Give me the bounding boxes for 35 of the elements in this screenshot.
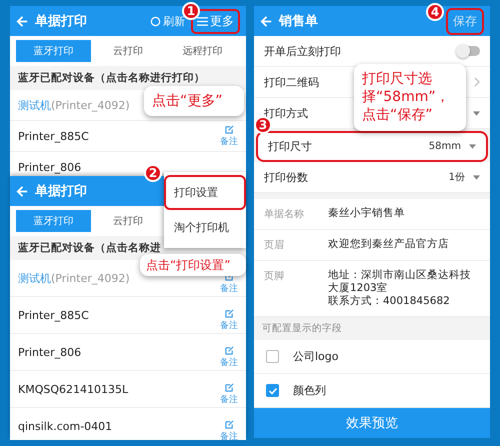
note-label: 备注 — [220, 282, 238, 295]
step-badge: 4 — [426, 3, 444, 21]
printer-name: Printer_806 — [18, 346, 82, 358]
header-title: 单据打印 — [35, 183, 87, 200]
printer-name: Printer_806 — [18, 160, 82, 174]
checkbox-label: 颜色列 — [293, 383, 326, 398]
header-title: 销售单 — [279, 13, 318, 30]
setting-value: 1份 — [448, 171, 465, 184]
callout-tooltip: 点击“打印设置” — [140, 254, 246, 276]
note-label: 备注 — [220, 356, 238, 369]
setting-value: 58mm — [428, 141, 461, 152]
field-label: 单据名称 — [264, 208, 305, 221]
section-title: 蓝牙已配对设备（点击名称进 — [17, 241, 162, 256]
printer-name: qinsilk.com-0401 — [18, 420, 112, 432]
setting-label: 打印份数 — [264, 170, 308, 184]
printer-name: KMQSQ621410135L — [18, 382, 128, 396]
printer-name: Printer_885C — [18, 308, 89, 322]
checkbox-label: 公司logo — [293, 349, 338, 364]
note-label: 备注 — [220, 394, 238, 406]
field-label: 页眉 — [264, 239, 285, 252]
callout-tooltip: 点击“更多” — [144, 86, 244, 116]
section-title: 可配置显示的字段 — [261, 322, 343, 336]
setting-label: 开单后立刻打印 — [264, 44, 341, 58]
callout-tooltip: 打印尺寸选择“58mm”，点击“保存” — [354, 64, 466, 131]
setting-label: 打印二维码 — [264, 74, 319, 90]
printer-name: 测试机(Printer_4092) — [18, 270, 130, 286]
section-title: 蓝牙已配对设备（点击名称进行打印） — [17, 71, 206, 86]
printer-name: 测试机(Printer_4092) — [18, 98, 130, 112]
header-title: 单据打印 — [35, 13, 87, 30]
note-label: 备注 — [220, 136, 238, 148]
setting-label: 打印尺寸 — [268, 139, 312, 154]
field-label: 页脚 — [264, 270, 285, 284]
note-label: 备注 — [220, 430, 238, 440]
note-label: 备注 — [220, 320, 238, 332]
printer-name: Printer_885C — [18, 130, 89, 142]
